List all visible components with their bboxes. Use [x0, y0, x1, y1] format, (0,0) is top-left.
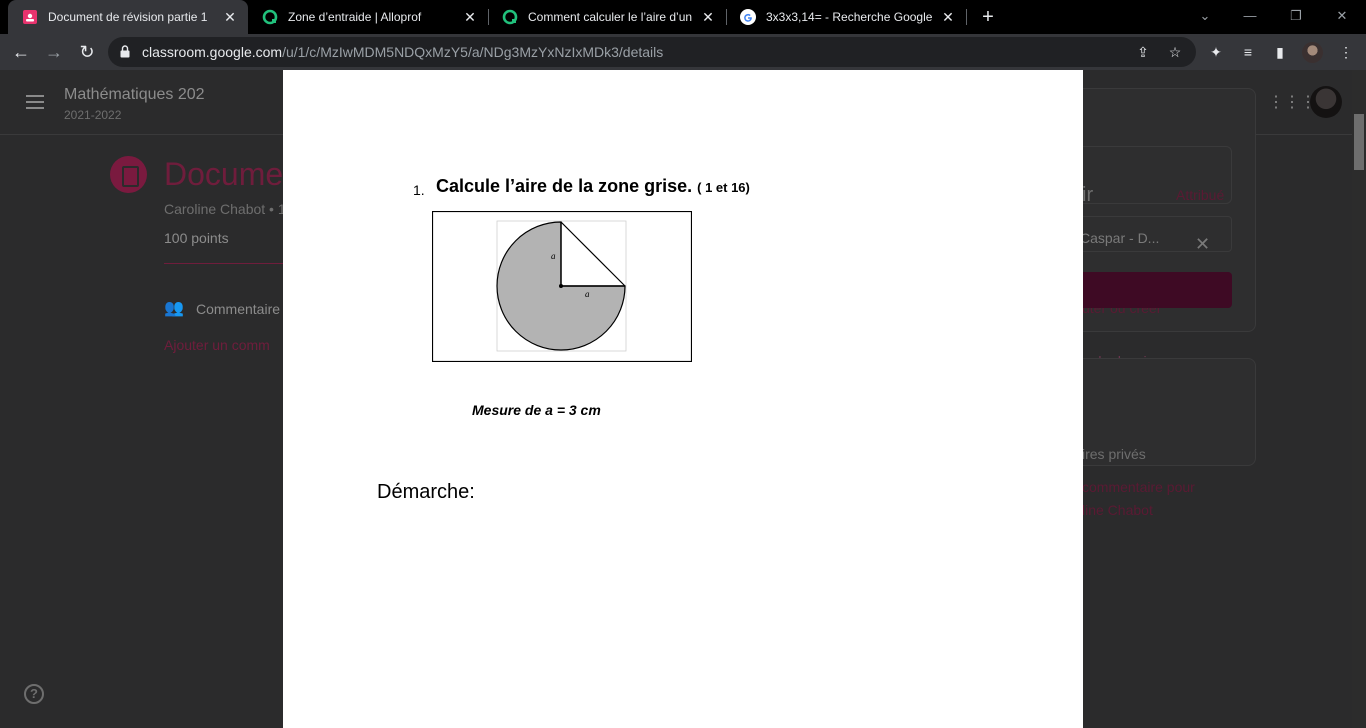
assignment-points: 100 points: [164, 230, 229, 246]
close-icon[interactable]: ✕: [940, 9, 956, 25]
close-icon[interactable]: ✕: [222, 9, 238, 25]
browser-toolbar: ← → ↻ classroom.google.com/u/1/c/MzIwMDM…: [0, 34, 1366, 70]
share-icon[interactable]: ⇪: [1134, 43, 1152, 61]
tab-title: 3x3x3,14= - Recherche Google: [766, 10, 932, 24]
extensions-icon[interactable]: ✦: [1206, 42, 1226, 62]
close-icon[interactable]: ✕: [700, 9, 716, 25]
add-or-create-button[interactable]: [1060, 216, 1232, 252]
tab-title: Comment calculer le l’aire d’un ce: [528, 10, 692, 24]
new-tab-button[interactable]: +: [978, 7, 998, 27]
course-year: 2021-2022: [64, 108, 122, 122]
account-avatar[interactable]: [1310, 86, 1342, 118]
add-private-comment-line2[interactable]: line Chabot: [1082, 502, 1153, 518]
url-text: classroom.google.com/u/1/c/MzIwMDM5NDQxM…: [142, 44, 663, 60]
tab-title: Document de révision partie 1: [48, 10, 208, 24]
classroom-icon: [22, 9, 38, 25]
back-button[interactable]: ←: [10, 41, 32, 63]
minimize-button[interactable]: —: [1240, 6, 1260, 26]
tab-document-revision[interactable]: Document de révision partie 1 ✕: [8, 0, 248, 34]
address-bar[interactable]: classroom.google.com/u/1/c/MzIwMDM5NDQxM…: [108, 37, 1196, 67]
tab-title: Zone d’entraide | Alloprof: [288, 10, 422, 24]
url-host: classroom.google.com: [142, 44, 283, 60]
lock-icon: [120, 45, 130, 58]
tab-alloprof-entraide[interactable]: Zone d’entraide | Alloprof ✕: [248, 0, 488, 34]
private-comments-title: ires privés: [1082, 446, 1146, 462]
screen: Document de révision partie 1 ✕ Zone d’e…: [0, 0, 1366, 728]
restore-button[interactable]: ❐: [1286, 6, 1306, 26]
page-scrollbar[interactable]: [1352, 70, 1366, 728]
hamburger-menu-icon[interactable]: [26, 95, 44, 109]
tab-google-search[interactable]: 3x3x3,14= - Recherche Google ✕: [726, 0, 966, 34]
geometry-figure: a a: [432, 211, 692, 362]
browser-tabstrip: Document de révision partie 1 ✕ Zone d’e…: [0, 0, 1366, 34]
assignment-icon: [110, 156, 147, 193]
assignment-title: Docume: [164, 156, 284, 192]
add-private-comment-line1[interactable]: commentaire pour: [1082, 479, 1195, 495]
tab-alloprof-comment-calculer[interactable]: Comment calculer le l’aire d’un ce ✕: [488, 0, 726, 34]
center-point: [559, 284, 563, 288]
forward-button[interactable]: →: [43, 41, 65, 63]
menu-kebab-icon[interactable]: ⋮: [1336, 42, 1356, 62]
demarche-heading: Démarche:: [377, 481, 475, 503]
label-horizontal-a: a: [585, 289, 590, 299]
close-icon[interactable]: ✕: [462, 9, 478, 25]
media-control-icon[interactable]: ≡: [1238, 42, 1258, 62]
attached-file[interactable]: [1060, 146, 1232, 204]
tab-separator: [966, 9, 967, 25]
apps-grid-icon[interactable]: ⋮⋮⋮: [1268, 94, 1316, 112]
class-comments-label: Commentaire: [196, 301, 281, 317]
alloprof-icon: [502, 9, 518, 25]
assignment-teacher: Caroline Chabot • 1: [164, 201, 286, 217]
question-main: Calcule l’aire de la zone grise.: [436, 176, 693, 196]
question-note: ( 1 et 16): [697, 180, 750, 195]
profile-avatar[interactable]: [1302, 42, 1323, 63]
help-icon[interactable]: ?: [24, 684, 44, 704]
label-vertical-a: a: [551, 251, 556, 261]
people-icon: 👥: [164, 300, 184, 317]
submit-button[interactable]: [1060, 272, 1232, 308]
add-class-comment-link[interactable]: Ajouter un comm: [164, 337, 270, 353]
course-name[interactable]: Mathématiques 202: [64, 86, 205, 104]
measure-note: Mesure de a = 3 cm: [472, 402, 601, 418]
scrollbar-thumb[interactable]: [1354, 114, 1364, 170]
bookmark-star-icon[interactable]: ☆: [1166, 43, 1184, 61]
question-number: 1.: [413, 182, 425, 198]
url-path: /u/1/c/MzIwMDM5NDQxMzY5/a/NDg3MzYxNzIxMD…: [282, 44, 664, 60]
tab-search-icon[interactable]: ⌄: [1195, 6, 1215, 26]
question-text: Calcule l’aire de la zone grise. ( 1 et …: [436, 176, 750, 197]
google-icon: [740, 9, 756, 25]
close-window-button[interactable]: ✕: [1332, 6, 1352, 26]
document-preview-page: 1. Calcule l’aire de la zone grise. ( 1 …: [283, 70, 1083, 728]
alloprof-icon: [262, 9, 278, 25]
side-panel-icon[interactable]: ▮: [1270, 42, 1290, 62]
reload-button[interactable]: ↻: [76, 41, 98, 63]
